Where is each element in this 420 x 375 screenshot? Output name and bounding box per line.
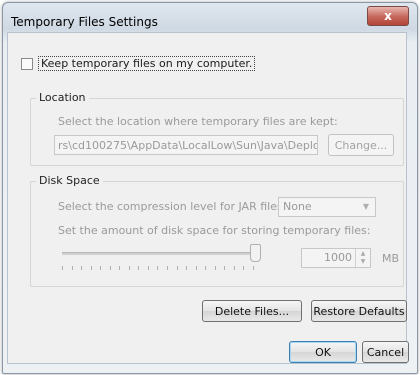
- disk-space-amount-field[interactable]: 1000 ▲ ▼: [301, 248, 371, 268]
- close-icon: x: [384, 9, 392, 23]
- ok-button[interactable]: OK: [289, 341, 357, 363]
- spinner-arrows-icon[interactable]: ▲ ▼: [355, 249, 370, 267]
- location-description: Select the location where temporary file…: [58, 115, 338, 128]
- keep-files-checkbox[interactable]: [21, 57, 33, 70]
- change-location-button[interactable]: Change...: [328, 134, 394, 156]
- disk-space-amount-value: 1000: [324, 251, 352, 264]
- restore-defaults-button[interactable]: Restore Defaults: [311, 300, 407, 322]
- disk-space-slider-thumb[interactable]: [250, 244, 261, 262]
- disk-space-amount-label: Set the amount of disk space for storing…: [58, 224, 371, 237]
- disk-space-legend: Disk Space: [36, 174, 103, 187]
- cancel-button[interactable]: Cancel: [362, 341, 409, 363]
- compression-select[interactable]: None ▼: [278, 197, 376, 217]
- keep-files-label[interactable]: Keep temporary files on my computer.: [38, 56, 256, 71]
- compression-label: Select the compression level for JAR fil…: [58, 200, 287, 213]
- close-button[interactable]: x: [367, 6, 409, 26]
- disk-space-unit: MB: [382, 252, 400, 265]
- location-legend: Location: [36, 91, 89, 104]
- keep-files-option[interactable]: Keep temporary files on my computer.: [21, 56, 256, 71]
- disk-space-slider-track[interactable]: [62, 252, 254, 255]
- chevron-down-icon: ▼: [362, 202, 369, 211]
- cache-location-field[interactable]: rs\cd100275\AppData\LocalLow\Sun\Java\De…: [54, 135, 318, 155]
- dialog-title: Temporary Files Settings: [11, 15, 158, 29]
- slider-ticks: [62, 266, 254, 270]
- delete-files-button[interactable]: Delete Files...: [202, 300, 302, 322]
- compression-value: None: [283, 200, 312, 213]
